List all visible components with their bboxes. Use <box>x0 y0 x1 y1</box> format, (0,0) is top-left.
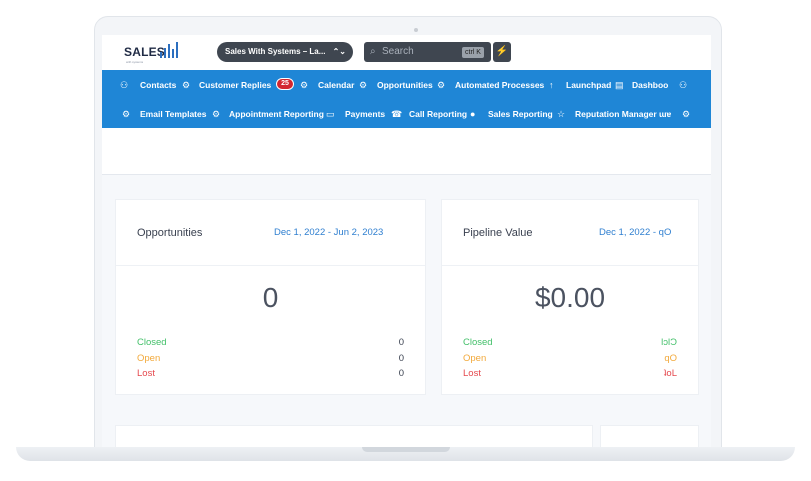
stat-lost-label: Lost <box>137 368 155 379</box>
users-icon: ⚇ <box>679 80 688 90</box>
nav-item-reputation-manager[interactable]: Reputation Manager <box>575 107 657 121</box>
nav-item-sales-reporting[interactable]: Sales Reporting <box>488 107 553 121</box>
card-total-value: $0.00 <box>534 282 606 313</box>
lower-card-right <box>600 425 699 447</box>
pipeline-value-card: Pipeline Value Dec 1, 2022 - qO $0.00 Cl… <box>441 199 699 395</box>
nav-item-dashboard[interactable]: Dashboo <box>632 78 668 92</box>
card-title: Pipeline Value <box>463 227 533 239</box>
gear-icon: ⚙ <box>300 80 309 90</box>
stat-closed-label: Closed <box>463 337 493 348</box>
search-shortcut: ctrl K <box>462 47 484 58</box>
nav-item-launchpad[interactable]: Launchpad <box>566 78 611 92</box>
stat-lost-value: ʇoL <box>663 368 677 379</box>
stat-lost-value: 0 <box>398 368 404 379</box>
gear-icon: ⚙ <box>182 80 191 90</box>
app-screen: SALES with systems Sales With Systems – … <box>102 35 711 447</box>
nav-row-1: ⚇ Contacts ⚙ Customer Replies 25 ⚙ Calen… <box>102 70 711 99</box>
camera-dot <box>414 28 418 32</box>
stat-closed-value: 0 <box>398 337 404 348</box>
sub-header <box>102 128 711 175</box>
nav-item-call-reporting[interactable]: Call Reporting <box>409 107 467 121</box>
stat-open-value: qO <box>664 353 677 364</box>
card-icon: ▭ <box>326 109 335 119</box>
search-input[interactable]: ⌕ Search ctrl K <box>364 42 491 62</box>
nav-item-payments[interactable]: Payments <box>345 107 385 121</box>
account-name: Sales With Systems – La... <box>225 47 326 56</box>
database-icon: ▤ <box>615 80 624 90</box>
laptop-notch <box>362 447 450 452</box>
gear-icon: ⚙ <box>212 109 221 119</box>
nav-item-customer-replies[interactable]: Customer Replies <box>199 78 271 92</box>
gear-icon: ⚙ <box>122 109 131 119</box>
chart-icon: ● <box>470 109 476 119</box>
nav-item-appointment-reporting[interactable]: Appointment Reporting <box>229 107 324 121</box>
card-total-value: 0 <box>262 282 279 313</box>
date-range-link[interactable]: Dec 1, 2022 - qO <box>599 227 671 238</box>
main-nav: ⚇ Contacts ⚙ Customer Replies 25 ⚙ Calen… <box>102 70 711 128</box>
lower-card-left <box>115 425 593 447</box>
stat-closed-value: lɔlƆ <box>661 337 677 348</box>
bolt-icon[interactable]: ⚡ <box>493 42 511 62</box>
search-placeholder: Search <box>382 46 414 57</box>
gear-icon: ⚙ <box>682 109 691 119</box>
stat-lost-label: Lost <box>463 368 481 379</box>
card-header: Opportunities Dec 1, 2022 - Jun 2, 2023 <box>116 200 425 266</box>
card-title: Opportunities <box>137 227 203 239</box>
users-icon: ⚇ <box>120 80 129 90</box>
nav-item-automated-processes[interactable]: Automated Processes <box>455 78 544 92</box>
nav-item-overflow[interactable]: ɯɐ <box>659 107 671 121</box>
search-icon: ⌕ <box>370 46 376 57</box>
phone-icon: ☎ <box>391 109 403 119</box>
nav-row-2: ⚙ Email Templates ⚙ Appointment Reportin… <box>102 99 711 128</box>
laptop-mockup: SALES with systems Sales With Systems – … <box>0 0 811 481</box>
logo-tagline: with systems <box>126 60 144 64</box>
rocket-icon: ↑ <box>549 80 554 90</box>
stat-open-label: Open <box>137 353 161 364</box>
stat-open-label: Open <box>463 353 487 364</box>
account-switcher[interactable]: Sales With Systems – La... ⌃⌄ <box>217 42 353 62</box>
stat-closed-label: Closed <box>137 337 167 348</box>
stat-open-value: 0 <box>398 353 404 364</box>
logo-chart-icon <box>158 40 184 62</box>
top-bar: SALES with systems Sales With Systems – … <box>102 35 711 70</box>
opportunities-card: Opportunities Dec 1, 2022 - Jun 2, 2023 … <box>115 199 426 395</box>
nav-item-email-templates[interactable]: Email Templates <box>140 107 206 121</box>
card-header: Pipeline Value Dec 1, 2022 - qO <box>442 200 698 266</box>
chevron-updown-icon: ⌃⌄ <box>332 47 346 56</box>
nav-item-calendar[interactable]: Calendar <box>318 78 354 92</box>
customer-replies-badge: 25 <box>276 78 294 90</box>
nav-item-contacts[interactable]: Contacts <box>140 78 176 92</box>
star-icon: ☆ <box>557 109 566 119</box>
date-range-link[interactable]: Dec 1, 2022 - Jun 2, 2023 <box>274 227 383 238</box>
gear-icon: ⚙ <box>437 80 446 90</box>
nav-item-opportunities[interactable]: Opportunities <box>377 78 433 92</box>
gear-icon: ⚙ <box>359 80 368 90</box>
